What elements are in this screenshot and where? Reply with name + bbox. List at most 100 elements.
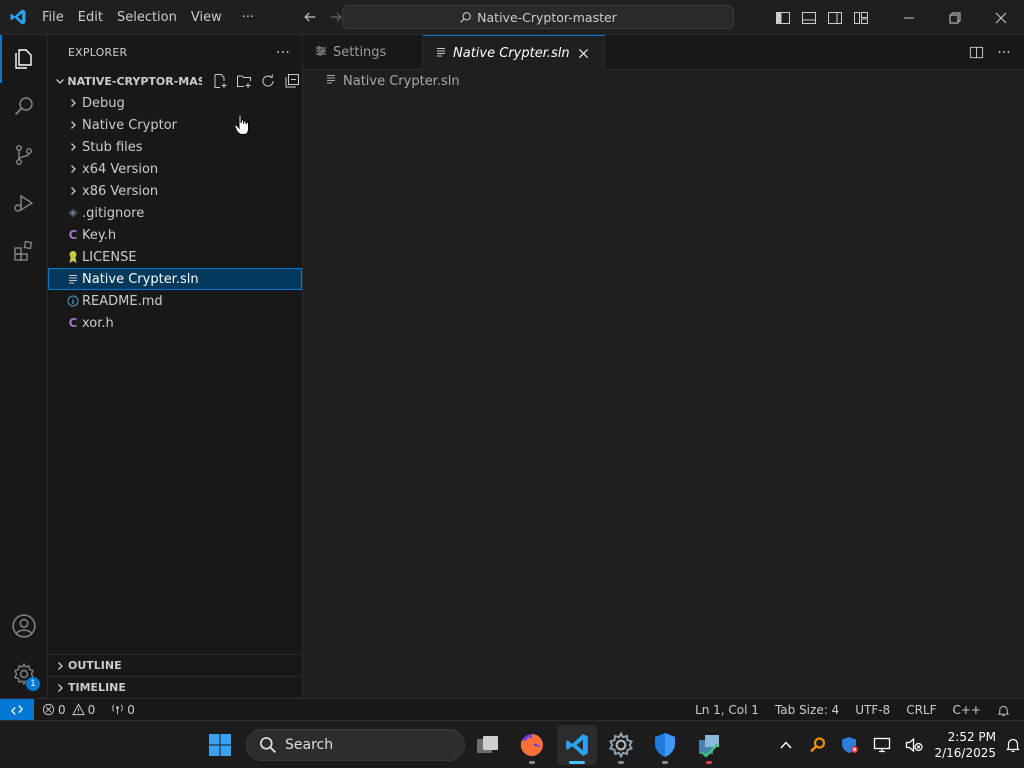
explorer-sidebar: EXPLORER ··· NATIVE-CRYPTOR-MAST... Debu…	[48, 35, 303, 698]
defender-tray-icon[interactable]	[834, 721, 866, 768]
notification-center-icon[interactable]	[1002, 721, 1024, 768]
accounts-icon[interactable]	[0, 602, 48, 650]
tree-folder-x64-version[interactable]: x64 Version	[48, 158, 302, 180]
running-indicator	[662, 761, 668, 764]
search-icon[interactable]	[0, 83, 48, 131]
tab-settings[interactable]: Settings	[303, 35, 423, 70]
task-view-icon[interactable]	[468, 725, 508, 765]
extensions-icon[interactable]	[0, 227, 48, 275]
more-actions-icon[interactable]: ···	[992, 41, 1016, 65]
app-installer-icon[interactable]	[689, 725, 729, 765]
new-folder-icon[interactable]	[234, 71, 254, 91]
timeline-section[interactable]: TIMELINE	[48, 676, 302, 698]
restore-icon[interactable]	[932, 0, 978, 35]
tree-item-label: xor.h	[82, 315, 114, 331]
outline-label: OUTLINE	[68, 659, 122, 672]
network-icon[interactable]	[866, 721, 898, 768]
sidebar-header: EXPLORER ···	[48, 35, 302, 70]
tab-bar: Settings Native Crypter.sln ···	[303, 35, 1024, 71]
tree-folder-native-cryptor[interactable]: Native Cryptor	[48, 114, 302, 136]
problems-indicator[interactable]: 0 0	[34, 699, 103, 721]
outline-section[interactable]: OUTLINE	[48, 654, 302, 676]
settings-gear-icon[interactable]	[601, 725, 641, 765]
windows-start-icon[interactable]	[200, 725, 240, 765]
minimize-icon[interactable]	[886, 0, 932, 35]
source-control-icon[interactable]	[0, 131, 48, 179]
hand-cursor-icon	[234, 114, 250, 140]
tree-file-license[interactable]: LICENSE	[48, 246, 302, 268]
windows-security-shield-icon[interactable]	[645, 725, 685, 765]
firefox-icon[interactable]	[512, 725, 552, 765]
info-file-icon	[64, 295, 82, 307]
end-of-line[interactable]: CRLF	[898, 699, 944, 721]
taskbar-search-label: Search	[285, 737, 334, 753]
tree-file-gitignore[interactable]: .gitignore	[48, 202, 302, 224]
menu-view[interactable]: View	[184, 0, 229, 35]
git-file-icon	[64, 207, 82, 219]
chevron-right-icon	[64, 141, 82, 153]
sidebar-more-button[interactable]: ···	[276, 45, 290, 61]
activity-bar-bottom: 1	[0, 602, 48, 698]
chevron-right-icon	[64, 119, 82, 131]
manage-gear-icon[interactable]: 1	[0, 650, 48, 698]
encoding[interactable]: UTF-8	[847, 699, 898, 721]
volume-muted-icon[interactable]	[898, 721, 930, 768]
tree-item-label: Stub files	[82, 139, 143, 155]
language-mode[interactable]: C++	[945, 699, 990, 721]
close-icon[interactable]	[576, 46, 592, 62]
tab-size[interactable]: Tab Size: 4	[767, 699, 847, 721]
tree-file-key-h[interactable]: C Key.h	[48, 224, 302, 246]
breadcrumb[interactable]: Native Crypter.sln	[303, 70, 1024, 92]
running-indicator	[706, 761, 712, 764]
folder-header[interactable]: NATIVE-CRYPTOR-MAST...	[48, 70, 302, 92]
tree-file-xor-h[interactable]: C xor.h	[48, 312, 302, 334]
chevron-up-icon[interactable]	[770, 721, 802, 768]
explorer-icon[interactable]	[0, 35, 48, 83]
customize-layout-icon[interactable]	[848, 0, 874, 35]
tree-file-readme[interactable]: README.md	[48, 290, 302, 312]
collapse-all-icon[interactable]	[282, 71, 302, 91]
vscode-taskbar-icon[interactable]	[557, 725, 597, 765]
toggle-panel-icon[interactable]	[796, 0, 822, 35]
back-arrow-icon[interactable]	[297, 0, 323, 35]
menu-file[interactable]: File	[35, 0, 71, 35]
cursor-position[interactable]: Ln 1, Col 1	[687, 699, 767, 721]
remote-indicator-icon[interactable]	[0, 698, 34, 721]
toggle-secondary-sidebar-icon[interactable]	[822, 0, 848, 35]
menu-edit[interactable]: Edit	[71, 0, 110, 35]
taskbar-search[interactable]: Search	[246, 729, 465, 761]
taskbar-clock[interactable]: 2:52 PM 2/16/2025	[930, 729, 1002, 761]
search-tool-tray-icon[interactable]	[802, 721, 834, 768]
warning-icon	[71, 703, 85, 716]
notifications-bell-icon[interactable]	[989, 699, 1024, 721]
sln-file-icon	[325, 73, 337, 89]
folder-actions	[210, 71, 302, 91]
ports-indicator[interactable]: 0	[103, 699, 143, 721]
close-window-icon[interactable]	[978, 0, 1024, 35]
menu-more-button[interactable]: ···	[235, 0, 261, 35]
status-bar: 0 0 0 Ln 1, Col 1 Tab Size: 4 UTF-8 CRLF…	[0, 698, 1024, 721]
menu-selection[interactable]: Selection	[110, 0, 184, 35]
command-center-search[interactable]: Native-Cryptor-master	[342, 5, 734, 29]
split-editor-icon[interactable]	[964, 41, 988, 65]
error-icon	[42, 703, 55, 716]
refresh-icon[interactable]	[258, 71, 278, 91]
run-debug-icon[interactable]	[0, 179, 48, 227]
chevron-right-icon	[64, 163, 82, 175]
ports-icon	[112, 704, 124, 715]
vscode-logo-icon	[0, 0, 35, 35]
tab-native-crypter-sln[interactable]: Native Crypter.sln	[423, 35, 605, 71]
activity-bar: 1	[0, 35, 48, 698]
new-file-icon[interactable]	[210, 71, 230, 91]
tree-folder-debug[interactable]: Debug	[48, 92, 302, 114]
toggle-primary-sidebar-icon[interactable]	[770, 0, 796, 35]
tree-item-label: Native Crypter.sln	[82, 271, 199, 287]
tree-folder-stub-files[interactable]: Stub files	[48, 136, 302, 158]
sidebar-title: EXPLORER	[68, 46, 128, 59]
chevron-right-icon	[64, 185, 82, 197]
tree-file-native-crypter-sln[interactable]: Native Crypter.sln	[48, 268, 302, 290]
search-icon	[260, 737, 276, 753]
tree-folder-x86-version[interactable]: x86 Version	[48, 180, 302, 202]
command-center-label: Native-Cryptor-master	[477, 9, 617, 25]
tree-item-label: README.md	[82, 293, 163, 309]
